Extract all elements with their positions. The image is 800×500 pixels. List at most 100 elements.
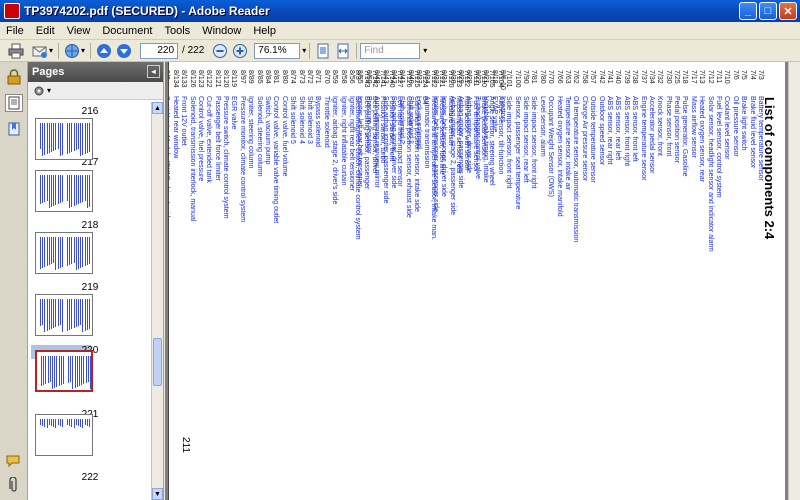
component-code: 7/42 [597, 70, 605, 84]
thumbnail-label: 218 [81, 220, 99, 231]
component-description: Knock sensor, front [656, 96, 664, 156]
scroll-down-arrow[interactable]: ▼ [152, 488, 163, 500]
zoom-in-icon [233, 43, 248, 58]
close-button[interactable]: ✕ [779, 2, 797, 20]
component-description: Phase sensor, front [664, 96, 672, 157]
component-code: 8/50 [364, 70, 372, 84]
thumbnail-line [40, 299, 41, 326]
adobe-reader-icon [4, 3, 20, 19]
component-code: 8/84 [264, 70, 272, 84]
component-entry: 7/5 Brake light switch [739, 70, 747, 252]
thumbnail-line [86, 237, 88, 265]
component-code: 8/40 [406, 70, 414, 84]
component-code: 8/30 [448, 70, 456, 84]
menu-window[interactable]: Window [196, 25, 247, 37]
zoom-out-button[interactable] [212, 42, 228, 60]
component-entry: 8/74 Shift solenoid 5 [288, 70, 296, 232]
fit-width-button[interactable] [335, 42, 351, 60]
component-description: Side airbag igniter, passenger side [381, 96, 389, 204]
page-thumbnail[interactable] [35, 118, 93, 160]
component-description: Igniter, right rear belt tensioner [347, 96, 355, 191]
find-dropdown-icon[interactable]: ▾ [423, 46, 427, 55]
component-code: 8/59 [331, 70, 339, 84]
email-button[interactable]: ▾ [32, 42, 53, 60]
bookmarks-button[interactable] [5, 120, 23, 138]
arrow-down-icon [117, 43, 132, 58]
page-thumbnail[interactable] [35, 170, 93, 212]
thumbnail-line [48, 123, 50, 153]
menu-view[interactable]: View [61, 25, 97, 37]
organizer-button[interactable]: ▾ [64, 42, 85, 60]
thumbnail-line [73, 175, 75, 206]
find-input[interactable]: Find [360, 42, 421, 59]
component-code: 8/71 [314, 70, 322, 84]
component-entry: 8/29 Airbag igniter, passenger side [456, 70, 464, 232]
zoom-level-input[interactable]: 76.1% [254, 42, 301, 59]
thumbnail-line [80, 237, 82, 268]
thumbnail-line [67, 123, 68, 154]
zoom-in-button[interactable] [232, 42, 248, 60]
component-entry: 8/126 Solenoid, transmission interlock, m… [187, 70, 196, 232]
component-entry: 8/119 EGR valve [229, 70, 238, 232]
scroll-thumb[interactable] [153, 338, 162, 386]
menu-help[interactable]: Help [247, 25, 282, 37]
component-entry: 7/30 Phase sensor, front [663, 70, 672, 252]
thumbnail-line [87, 356, 89, 382]
thumbnail-line [56, 356, 58, 387]
attachments-button[interactable] [5, 476, 23, 494]
component-description: Control valve, variable valve timing out… [272, 96, 280, 224]
document-page: List of components 2:4 211 7/3 Battery te… [168, 62, 785, 500]
component-entry: 8/123 Control valve, fuel pressure [196, 70, 204, 232]
thumbnail-line [75, 175, 77, 205]
page-number: 211 [180, 437, 191, 453]
menu-file[interactable]: File [0, 25, 30, 37]
component-code: 7/37 [639, 70, 647, 84]
component-entry: 7/13 Heated oxygen sensor, rear [697, 70, 705, 252]
component-code: 7/66 [555, 70, 563, 84]
minimize-button[interactable]: _ [739, 2, 757, 20]
page-thumbnail[interactable] [35, 350, 93, 392]
thumbnail-line [80, 175, 82, 203]
comment-icon [6, 455, 20, 468]
menu-tools[interactable]: Tools [159, 25, 197, 37]
component-entry: 7/12 Solar sensor, headlight sensor and i… [705, 70, 714, 252]
comments-button[interactable] [5, 452, 23, 470]
thumbnail-line [74, 356, 76, 388]
thumbnail-label: 219 [81, 282, 99, 293]
pages-button[interactable] [5, 94, 23, 112]
page-thumbnail[interactable] [35, 414, 93, 456]
security-button[interactable] [5, 68, 23, 86]
chevron-down-icon: ▾ [47, 86, 52, 95]
thumbnail-line [75, 419, 77, 425]
page-number-input[interactable]: 220 [140, 42, 179, 59]
previous-page-button[interactable] [96, 42, 112, 60]
panel-collapse-button[interactable]: ◂ [147, 65, 160, 78]
component-entry: 7/6 Oil pressure sensor [730, 70, 739, 252]
page-thumbnail[interactable] [35, 294, 93, 336]
component-entry: 7/39 ABS sensor, front right [621, 70, 630, 252]
component-code: 7/63 [564, 70, 572, 84]
component-description: Side impact sensor, rear left [522, 96, 530, 183]
thumbnail-line [75, 237, 77, 270]
window-controls: _ □ ✕ [739, 2, 797, 20]
component-description: Battery temperature sensor [757, 96, 764, 181]
menu-edit[interactable]: Edit [30, 25, 61, 37]
menu-document[interactable]: Document [96, 25, 158, 37]
thumbnail-line [67, 237, 68, 266]
panel-scrollbar[interactable]: ▲ ▼ [151, 102, 163, 500]
component-description: Pedal position sensor [673, 96, 681, 163]
next-page-button[interactable] [116, 42, 132, 60]
scroll-up-arrow[interactable]: ▲ [152, 102, 163, 114]
maximize-button[interactable]: □ [759, 2, 777, 20]
component-entry: 8/41 Shift solenoid 2 [397, 70, 405, 232]
component-description: ABS sensor, rear left [614, 96, 622, 161]
document-scrollbar[interactable] [788, 62, 800, 500]
fit-page-button[interactable] [315, 42, 331, 60]
zoom-dropdown-icon[interactable]: ▾ [302, 46, 306, 55]
component-list-column: 8/6-10 Injectors 8/18 EVAP valve 8/21 Variabl… [169, 70, 506, 232]
thumbnail-line [71, 123, 73, 152]
print-button[interactable] [8, 42, 24, 60]
component-code: 7/12 [706, 70, 714, 84]
options-button[interactable]: ▾ [32, 84, 51, 98]
page-thumbnail[interactable] [35, 232, 93, 274]
